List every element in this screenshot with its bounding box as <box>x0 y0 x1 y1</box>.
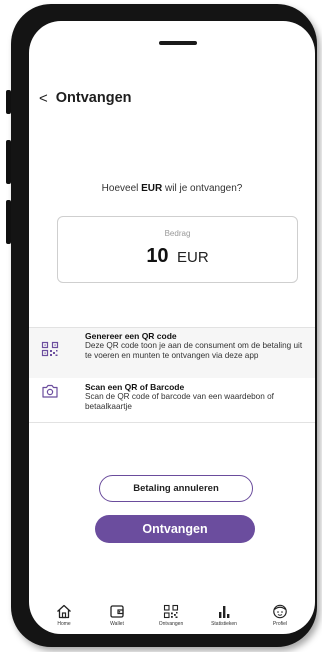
tab-label: Profiel <box>272 621 288 627</box>
notch <box>159 41 197 45</box>
tab-label: Wallet <box>110 621 124 627</box>
option-generate-qr[interactable]: Genereer een QR code Deze QR code toon j… <box>29 328 315 378</box>
question-prefix: Hoeveel <box>101 183 142 194</box>
options-divider-bottom <box>29 422 315 423</box>
tab-ontvangen[interactable]: Ontvangen <box>149 604 193 627</box>
receive-button[interactable]: Ontvangen <box>95 515 255 543</box>
tab-statistieken[interactable]: Statistieken <box>202 604 246 627</box>
option-description: Deze QR code toon je aan de consument om… <box>85 341 303 360</box>
amount-label: Bedrag <box>164 229 191 238</box>
option-text: Scan een QR of Barcode Scan de QR code o… <box>85 382 305 412</box>
qr-code-icon <box>41 341 59 357</box>
tab-profiel[interactable]: Profiel <box>258 604 302 627</box>
amount-display: 10 EUR <box>58 245 297 268</box>
tab-label: Home <box>57 621 71 627</box>
amount-question: Hoeveel EUR wil je ontvangen? <box>29 183 315 194</box>
qr-code-icon <box>163 604 179 619</box>
option-text: Genereer een QR code Deze QR code toon j… <box>85 331 305 361</box>
tab-label: Ontvangen <box>158 621 184 627</box>
phone-frame: < Ontvangen Hoeveel EUR wil je ontvangen… <box>11 4 317 647</box>
app-header: < Ontvangen <box>39 88 132 108</box>
option-description: Scan de QR code of barcode van een waard… <box>85 392 274 411</box>
option-title: Scan een QR of Barcode <box>85 382 185 392</box>
home-icon <box>57 604 71 619</box>
back-icon[interactable]: < <box>39 91 48 106</box>
question-suffix: wil je ontvangen? <box>162 183 243 194</box>
option-scan-code[interactable]: Scan een QR of Barcode Scan de QR code o… <box>29 378 315 422</box>
amount-value: 10 <box>146 245 169 267</box>
tab-wallet[interactable]: Wallet <box>95 604 139 627</box>
page-title: Ontvangen <box>55 90 132 106</box>
tab-label: Statistieken <box>211 621 237 627</box>
cancel-payment-button[interactable]: Betaling annuleren <box>99 475 253 502</box>
bar-chart-icon <box>219 606 230 618</box>
amount-field[interactable]: Bedrag 10 EUR <box>57 216 298 283</box>
bottom-tab-bar: Home Wallet Ontvangen Statistieken Profi… <box>29 604 315 634</box>
amount-currency: EUR <box>177 249 209 266</box>
app-screen: < Ontvangen Hoeveel EUR wil je ontvangen… <box>29 21 315 634</box>
wallet-icon <box>110 605 124 618</box>
camera-icon <box>42 384 58 398</box>
question-currency: EUR <box>141 183 163 194</box>
option-title: Genereer een QR code <box>85 331 177 341</box>
profile-icon <box>273 604 287 619</box>
tab-home[interactable]: Home <box>42 604 86 627</box>
